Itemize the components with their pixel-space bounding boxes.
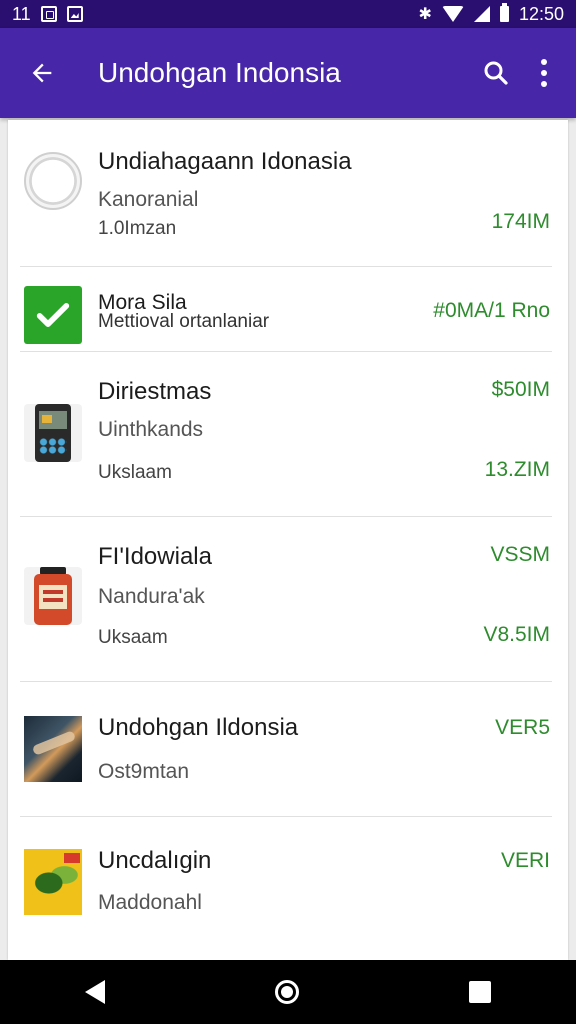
item-subtitle: Uinthkands — [98, 418, 204, 441]
search-icon — [484, 61, 508, 85]
item-title: Diriestmas — [98, 378, 212, 405]
item-value: VSSM — [490, 543, 550, 566]
clock-icon — [24, 152, 82, 210]
item-subtitle: Nandura'ak — [98, 585, 205, 608]
back-button[interactable] — [22, 53, 62, 93]
battery-icon — [499, 3, 509, 22]
item-value: VER5 — [495, 716, 550, 739]
navigation-bar — [0, 960, 576, 1024]
item-subtitle: Maddonahl — [98, 891, 202, 914]
list-item[interactable]: Diriestmas Uinthkands Ukslaam $50IM 13.Z… — [8, 352, 568, 517]
list-item[interactable]: Undiahagaann Idonasia Kanoranial 1.0Imza… — [8, 120, 568, 267]
item-subtitle: Kanoranial — [98, 188, 199, 211]
status-time: 12:50 — [518, 3, 564, 24]
item-size: 1.0Imzan — [98, 218, 177, 239]
item-title: Undohgan Ildonsia — [98, 714, 299, 741]
box-icon — [24, 849, 82, 915]
item-title: FI'Idowiala — [98, 543, 212, 570]
item-category: Uksaam — [98, 627, 168, 648]
status-bar: 11 ✱ 12:50 — [0, 0, 576, 28]
item-subtitle: Mettioval ortanlaniar — [98, 311, 270, 332]
item-title: Undiahagaann Idonasia — [98, 148, 352, 175]
device-icon — [24, 404, 82, 462]
jar-icon — [24, 567, 82, 625]
notification-icon — [40, 6, 57, 22]
jar-shape — [34, 567, 72, 625]
item-category: Ukslaam — [98, 462, 172, 483]
photo-icon — [24, 716, 82, 782]
item-value: $50IM — [491, 378, 550, 401]
list-item[interactable]: Mora Sila Mettioval ortanlaniar #0MA/1 R… — [8, 267, 568, 352]
item-subtitle: Ost9mtan — [98, 760, 190, 783]
app-bar: Undohgan Indonsia — [0, 28, 576, 118]
nav-recents-icon[interactable] — [469, 981, 491, 1003]
status-left: 11 — [12, 4, 83, 25]
item-title: Uncdalıgin — [98, 847, 212, 874]
item-value: 174IM — [491, 210, 550, 233]
list-item[interactable]: FI'Idowiala Nandura'ak Uksaam VSSM V8.5I… — [8, 517, 568, 682]
bluetooth-icon: ✱ — [418, 6, 432, 23]
status-left-text: 11 — [12, 3, 31, 24]
app-list: Undiahagaann Idonasia Kanoranial 1.0Imza… — [8, 120, 568, 960]
device-shape — [35, 404, 71, 462]
back-arrow-icon — [32, 63, 52, 83]
more-dot-icon — [541, 81, 547, 87]
page-title: Undohgan Indonsia — [98, 57, 341, 88]
check-icon — [36, 303, 70, 327]
item-value-secondary: 13.ZIM — [484, 458, 550, 481]
search-button[interactable] — [476, 53, 516, 93]
more-dot-icon — [541, 59, 547, 65]
status-right: ✱ 12:50 — [418, 3, 564, 25]
item-value: #0MA/1 Rno — [433, 299, 550, 322]
list-item[interactable]: Undohgan Ildonsia Ost9mtan VER5 — [8, 682, 568, 817]
nav-home-icon[interactable] — [275, 980, 299, 1004]
item-value: VERI — [500, 849, 550, 872]
checkmark-icon — [24, 286, 82, 344]
more-dot-icon — [541, 70, 547, 76]
nav-back-icon[interactable] — [85, 980, 105, 1004]
more-options-button[interactable] — [534, 53, 554, 93]
item-value-secondary: V8.5IM — [483, 623, 550, 646]
wifi-icon — [441, 6, 464, 22]
signal-icon — [473, 6, 490, 22]
list-item[interactable]: Uncdalıgin Maddonahl VERI — [8, 817, 568, 960]
image-notification-icon — [66, 6, 83, 22]
